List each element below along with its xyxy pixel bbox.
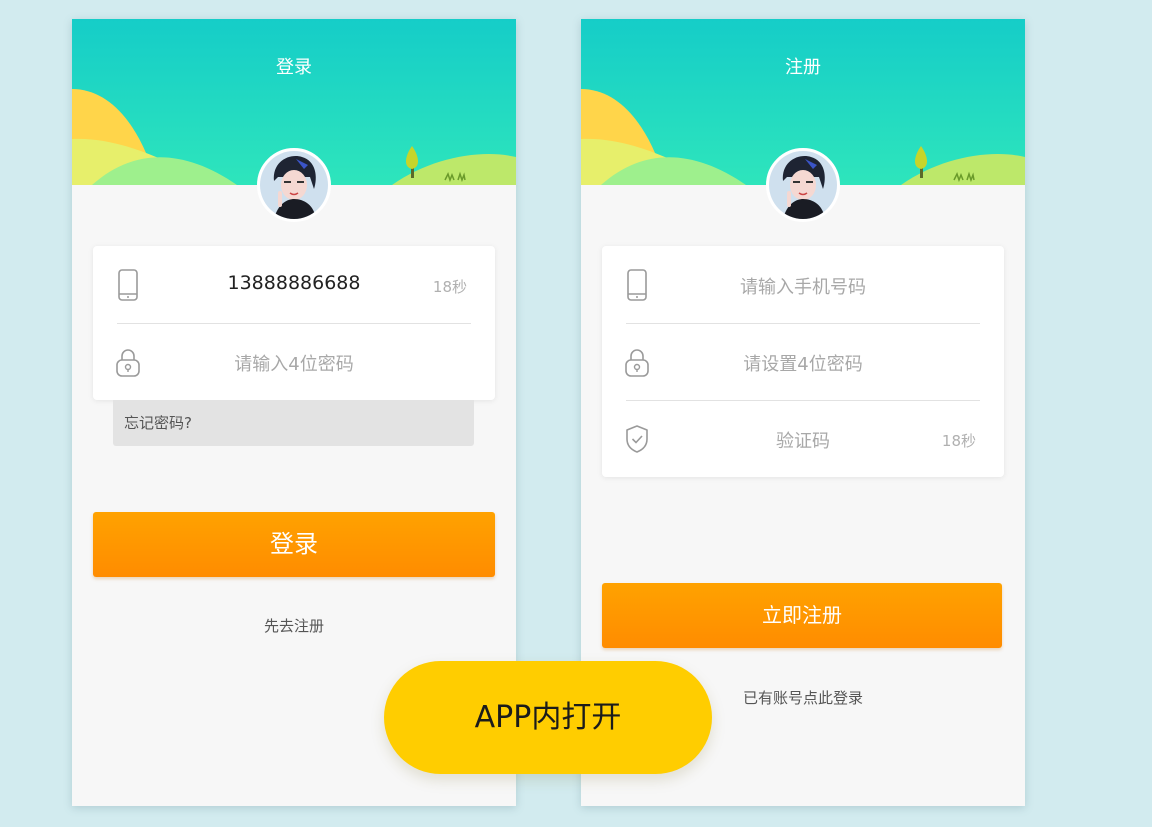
phone-icon [627,269,647,301]
verification-code-field[interactable]: 验证码 [662,427,944,453]
code-row[interactable]: 验证码 18秒 [602,400,1004,477]
password-row[interactable]: 请设置4位密码 [602,323,1004,400]
page-title: 登录 [276,57,312,78]
lock-icon [116,349,140,377]
go-register-link[interactable]: 先去注册 [72,615,516,636]
avatar [766,148,840,222]
avatar-image [769,151,837,219]
lock-icon [625,349,649,377]
phone-field[interactable]: 13888886688 [153,272,435,294]
forgot-password-link[interactable]: 忘记密码? [113,400,474,446]
phone-field[interactable]: 请输入手机号码 [662,273,944,299]
avatar [257,148,331,222]
password-row[interactable]: 请输入4位密码 [93,323,495,400]
login-form-card: 13888886688 18秒 请输入4位密码 [93,246,495,400]
avatar-image [260,151,328,219]
phone-row[interactable]: 请输入手机号码 [602,246,1004,323]
countdown-timer: 18秒 [432,278,467,296]
password-field[interactable]: 请输入4位密码 [153,350,435,376]
login-button[interactable]: 登录 [93,512,495,577]
shield-check-icon [626,425,648,453]
open-in-app-button[interactable]: APP内打开 [384,661,712,774]
password-field[interactable]: 请设置4位密码 [662,350,944,376]
phone-row[interactable]: 13888886688 18秒 [93,246,495,323]
phone-icon [118,269,138,301]
register-button[interactable]: 立即注册 [602,583,1002,648]
countdown-timer: 18秒 [941,432,976,450]
register-form-card: 请输入手机号码 请设置4位密码 验证码 18秒 [602,246,1004,477]
page-title: 注册 [785,57,821,78]
